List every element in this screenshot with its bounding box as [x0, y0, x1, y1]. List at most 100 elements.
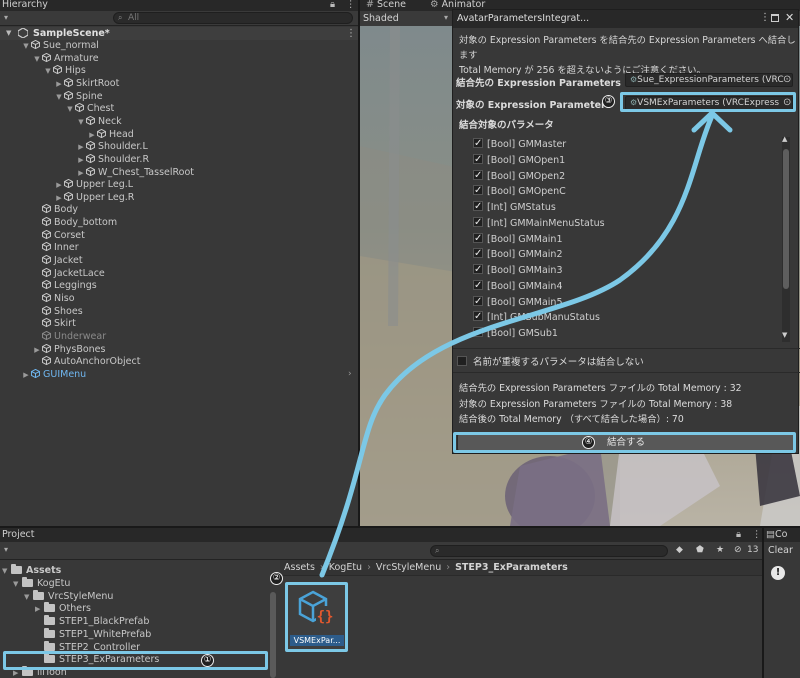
expand-arrow-icon[interactable]: ▶ — [32, 344, 42, 357]
hierarchy-item[interactable]: ▼ Neck — [76, 115, 122, 129]
hierarchy-item[interactable]: Corset — [32, 229, 85, 243]
shading-dropdown-icon[interactable]: ▾ — [444, 13, 448, 22]
hierarchy-item[interactable]: Underwear — [32, 330, 106, 344]
expand-arrow-icon[interactable]: ▼ — [65, 103, 75, 116]
expand-arrow-icon[interactable]: ▼ — [32, 53, 42, 66]
scene-menu-icon[interactable]: ⋮ — [346, 27, 356, 40]
label-tag-icon[interactable]: ⬟ — [696, 545, 704, 555]
dest-object-field[interactable]: ⚙︎Sue_ExpressionParameters (VRC — [625, 73, 793, 87]
expand-arrow-icon[interactable]: ▼ — [2, 565, 11, 578]
clear-button[interactable]: Clear — [768, 545, 793, 556]
param-checkbox[interactable] — [473, 168, 483, 183]
hierarchy-item[interactable]: Body — [32, 204, 78, 217]
hierarchy-item[interactable]: Body_bottom — [32, 217, 117, 230]
scroll-down-icon[interactable]: ▼ — [782, 331, 787, 339]
chevron-right-icon[interactable]: › — [348, 369, 352, 379]
param-checkbox[interactable] — [473, 152, 483, 167]
skip-duplicate-checkbox[interactable] — [457, 356, 467, 366]
window-menu-icon[interactable]: ⋮ — [760, 12, 770, 23]
hierarchy-item[interactable]: ▶ Shoulder.R — [76, 153, 149, 167]
hidden-packages-icon[interactable]: ⊘ — [734, 545, 742, 555]
expand-arrow-icon[interactable]: ▶ — [76, 167, 86, 180]
hierarchy-item[interactable]: ▶ Head — [87, 128, 134, 142]
expand-arrow-icon[interactable]: ▼ — [21, 40, 31, 53]
param-scrollbar[interactable]: ▲ ▼ — [782, 135, 790, 342]
shading-mode-dropdown[interactable]: Shaded — [363, 13, 399, 24]
expand-arrow-icon[interactable]: ▶ — [87, 129, 97, 142]
hierarchy-tab[interactable]: Hierarchy — [2, 0, 48, 11]
hierarchy-item[interactable]: JacketLace — [32, 267, 105, 281]
hierarchy-search-input[interactable]: ⌕ All — [113, 12, 353, 24]
param-checkbox[interactable] — [473, 199, 483, 215]
expand-arrow-icon[interactable]: ▶ — [54, 78, 64, 91]
param-checkbox[interactable] — [473, 309, 483, 325]
param-checkbox[interactable] — [473, 183, 483, 199]
param-checkbox[interactable] — [473, 246, 483, 262]
create-dropdown-icon[interactable]: ▾ — [4, 545, 8, 554]
lock-icon[interactable]: 🔒︎ — [736, 530, 741, 541]
hierarchy-item[interactable]: Leggings — [32, 280, 97, 293]
param-checkbox[interactable] — [473, 136, 483, 152]
maximize-icon[interactable] — [771, 14, 779, 22]
project-folder-item[interactable]: STEP1_WhitePrefab — [35, 627, 151, 642]
expand-arrow-icon[interactable]: ▼ — [76, 116, 86, 129]
hierarchy-item[interactable]: ▶ Upper Leg.R — [54, 191, 134, 205]
hierarchy-item[interactable]: ▼ Spine — [54, 90, 103, 104]
hierarchy-item[interactable]: ▶ PhysBones — [32, 343, 105, 357]
kebab-menu-icon[interactable]: ⋮ — [752, 530, 762, 541]
hierarchy-item[interactable]: ▼ Hips — [43, 65, 86, 78]
hierarchy-item[interactable]: ▶ W_Chest_TasselRoot — [76, 166, 194, 180]
hierarchy-item[interactable]: ▶ Shoulder.L — [76, 141, 148, 154]
hierarchy-item[interactable]: Jacket — [32, 255, 83, 268]
expand-arrow-icon[interactable]: ▼ — [24, 591, 33, 604]
expand-arrow-icon[interactable]: ▶ — [54, 179, 64, 192]
hierarchy-item[interactable]: Shoes — [32, 305, 83, 319]
scene-tab[interactable]: # Scene — [366, 0, 406, 11]
expand-arrow-icon[interactable]: ▶ — [76, 154, 86, 167]
expand-arrow-icon[interactable]: ▼ — [6, 27, 11, 40]
param-checkbox[interactable] — [473, 325, 483, 341]
project-folder-item[interactable]: ▼ Assets — [2, 564, 61, 578]
console-tab[interactable]: ▤Co — [766, 530, 787, 541]
project-folder-item[interactable]: STEP1_BlackPrefab — [35, 615, 149, 629]
hierarchy-item[interactable]: Inner — [32, 242, 79, 255]
scroll-thumb[interactable] — [783, 149, 789, 289]
window-titlebar[interactable]: AvatarParametersIntegrat... ⋮ ✕ — [453, 10, 798, 28]
lock-icon[interactable]: 🔒︎ — [330, 0, 335, 11]
close-icon[interactable]: ✕ — [785, 11, 794, 24]
hierarchy-item[interactable]: ▶ Upper Leg.L — [54, 179, 133, 192]
project-tree-scrollbar[interactable] — [270, 592, 276, 678]
param-checkbox[interactable] — [473, 215, 483, 230]
project-folder-item[interactable]: ▶ Others — [35, 602, 91, 616]
expand-arrow-icon[interactable]: ▼ — [54, 91, 64, 104]
favorite-star-icon[interactable]: ★ — [716, 545, 724, 555]
breadcrumb-item[interactable]: KogEtu — [329, 562, 362, 573]
kebab-menu-icon[interactable]: ⋮ — [346, 0, 356, 11]
param-checkbox[interactable] — [473, 278, 483, 293]
breadcrumb-item[interactable]: VrcStyleMenu — [376, 562, 441, 573]
hierarchy-item[interactable]: ▶ GUIMenu — [21, 368, 86, 382]
hierarchy-item[interactable]: ▶ SkirtRoot — [54, 77, 119, 91]
hierarchy-item[interactable]: Skirt — [32, 318, 76, 331]
expand-arrow-icon[interactable]: ▼ — [13, 578, 22, 591]
hierarchy-item[interactable]: ▼ Chest — [65, 103, 114, 116]
expand-arrow-icon[interactable]: ▶ — [35, 603, 44, 616]
expand-arrow-icon[interactable]: ▶ — [76, 141, 86, 154]
param-checkbox[interactable] — [473, 294, 483, 309]
create-dropdown-icon[interactable]: ▾ — [4, 13, 8, 22]
expand-arrow-icon[interactable]: ▼ — [43, 65, 53, 78]
scroll-up-icon[interactable]: ▲ — [782, 135, 787, 143]
scene-header-row[interactable]: ▼ SampleScene* ⋮ — [0, 27, 358, 40]
project-folder-item[interactable]: ▼ VrcStyleMenu — [24, 589, 113, 604]
param-checkbox[interactable] — [473, 231, 483, 246]
hierarchy-item[interactable]: Niso — [32, 293, 75, 306]
project-tab[interactable]: Project — [2, 530, 35, 541]
dest-picker-icon[interactable]: ⊙ — [783, 74, 791, 85]
project-folder-item[interactable]: ▼ KogEtu — [13, 576, 70, 591]
hierarchy-item[interactable]: ▼ Sue_normal — [21, 40, 99, 53]
param-checkbox[interactable] — [473, 262, 483, 278]
hierarchy-item[interactable]: AutoAnchorObject — [32, 356, 140, 369]
breadcrumb-item[interactable]: STEP3_ExParameters — [455, 562, 568, 573]
expand-arrow-icon[interactable]: ▶ — [21, 369, 31, 382]
project-search-input[interactable]: ⌕ — [430, 545, 668, 557]
